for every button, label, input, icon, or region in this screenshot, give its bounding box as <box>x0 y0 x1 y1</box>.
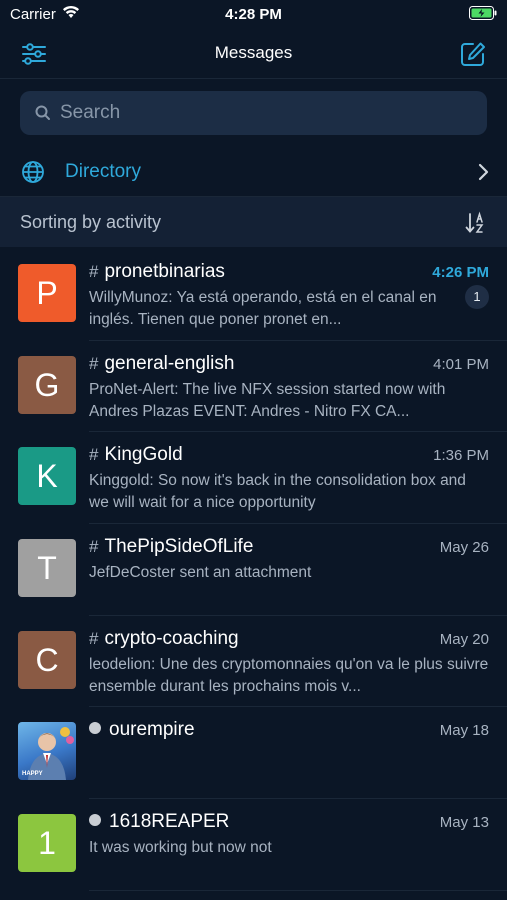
chat-row[interactable]: C # crypto-coaching May 20 leodelion: Une… <box>0 616 507 708</box>
chat-name: ourempire <box>109 719 195 741</box>
avatar: C <box>18 630 76 689</box>
chat-row[interactable]: P # pronetbinarias 4:26 PM WillyMunoz: Ya… <box>0 249 507 341</box>
search-placeholder: Search <box>60 102 121 123</box>
chat-row[interactable]: G # general-english 4:01 PM ProNet-Alert:… <box>0 341 507 433</box>
sort-header: Sorting by activity <box>0 197 507 247</box>
avatar: K <box>18 447 76 506</box>
hash-icon: # <box>89 537 99 557</box>
hash-icon: # <box>89 262 99 281</box>
compose-icon[interactable] <box>459 40 487 68</box>
chat-time: 4:26 PM <box>432 264 489 281</box>
sort-alpha-icon[interactable] <box>465 211 487 240</box>
chat-name: ThePipSideOfLife <box>104 536 254 558</box>
chat-name: KingGold <box>104 444 183 466</box>
avatar: P <box>18 264 76 322</box>
chat-time: 1:36 PM <box>433 447 489 465</box>
hash-icon: # <box>89 628 99 648</box>
avatar: T <box>18 539 76 598</box>
avatar-caption: HAPPY <box>22 771 43 777</box>
search-input[interactable]: Search <box>20 91 487 135</box>
chat-name: general-english <box>104 352 235 374</box>
chat-preview: ProNet-Alert: The live NFX session start… <box>89 380 446 420</box>
chat-time: 4:01 PM <box>433 355 489 373</box>
chat-row[interactable]: 1 1618REAPER May 13 It was working but n… <box>0 799 507 891</box>
navigation-bar: Messages <box>0 30 507 79</box>
chat-name: crypto-coaching <box>104 627 239 649</box>
chat-name: 1618REAPER <box>109 811 230 833</box>
battery-icon <box>469 6 497 25</box>
chat-preview: leodelion: Une des cryptomonnaies qu'on … <box>89 655 489 695</box>
hash-icon: # <box>89 445 99 465</box>
avatar: G <box>18 355 76 414</box>
chat-row[interactable]: HAPPY ourempire May 18 <box>0 707 507 800</box>
directory-label: Directory <box>65 161 142 182</box>
divider <box>89 889 507 891</box>
chat-row[interactable]: K # KingGold 1:36 PM Kinggold: So now it'… <box>0 432 507 525</box>
chat-time: May 18 <box>439 722 489 740</box>
search-icon <box>34 104 52 127</box>
chat-preview: WillyMunoz: Ya está operando, está en el… <box>89 289 437 328</box>
chat-time: May 13 <box>439 814 489 832</box>
chat-time: May 26 <box>439 539 489 557</box>
avatar-photo: HAPPY <box>18 722 76 781</box>
directory-row[interactable]: Directory <box>0 148 507 197</box>
page-title: Messages <box>214 43 293 62</box>
chat-name: pronetbinarias <box>104 261 225 282</box>
chat-time: May 20 <box>439 630 489 648</box>
status-bar: Carrier 4:28 PM <box>0 0 507 30</box>
clock: 4:28 PM <box>225 6 282 23</box>
hash-icon: # <box>89 353 99 373</box>
avatar: 1 <box>18 814 76 873</box>
presence-dot <box>89 722 101 735</box>
globe-icon <box>21 160 45 189</box>
chat-preview: Kinggold: So now it's back in the consol… <box>89 472 466 512</box>
unread-badge: 1 <box>465 285 489 309</box>
chat-list: P # pronetbinarias 4:26 PM WillyMunoz: Ya… <box>0 249 507 891</box>
chevron-right-icon <box>477 163 489 186</box>
chat-row[interactable]: T # ThePipSideOfLife May 26 JefDeCoster s… <box>0 524 507 616</box>
presence-dot <box>89 814 101 827</box>
chat-preview: It was working but now not <box>89 839 272 857</box>
sort-label: Sorting by activity <box>20 212 162 232</box>
chat-preview: JefDeCoster sent an attachment <box>89 564 312 582</box>
